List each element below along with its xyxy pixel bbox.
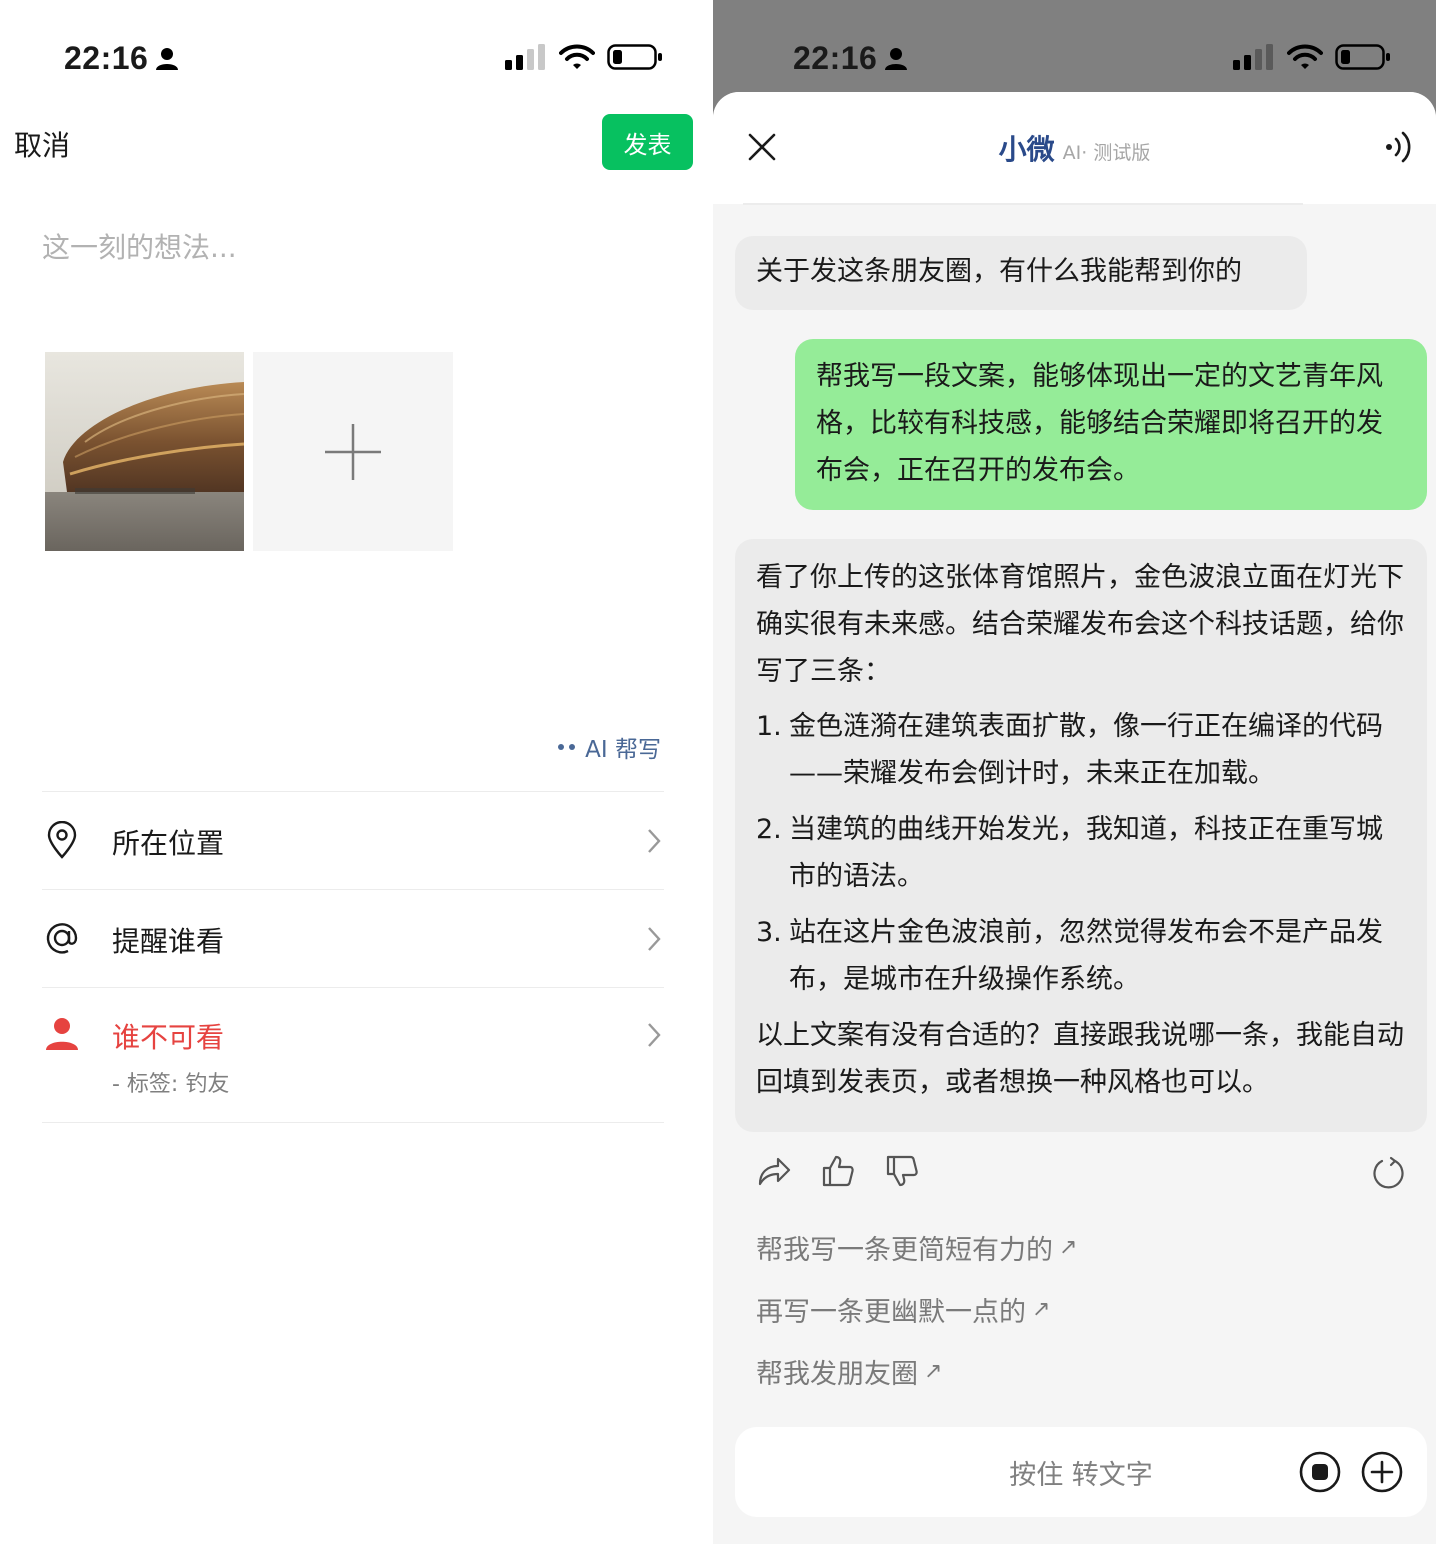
reply-options-list: 1. 金色涟漪在建筑表面扩散，像一行正在编译的代码——荣耀发布会倒计时，未来正在加…: [756, 703, 1406, 1003]
status-time: 22:16: [793, 40, 908, 77]
visibility-label: 谁不可看: [112, 1021, 225, 1054]
ai-write-label: AI 帮写: [585, 737, 661, 763]
stop-icon[interactable]: [1299, 1451, 1341, 1493]
reply-intro: 看了你上传的这张体育馆照片，金色波浪立面在灯光下确实很有未来感。结合荣耀发布会这…: [756, 562, 1404, 687]
header-divider: [743, 203, 1303, 205]
cancel-button[interactable]: 取消: [14, 124, 70, 164]
at-icon: [42, 918, 82, 958]
divider: [42, 1122, 664, 1123]
list-item: 2. 当建筑的曲线开始发光，我知道，科技正在重写城市的语法。: [756, 814, 1383, 892]
battery-icon: [607, 44, 662, 70]
location-label: 所在位置: [112, 827, 225, 860]
thumbs-up-icon[interactable]: [821, 1154, 855, 1188]
suggestion-chip[interactable]: 再写一条更幽默一点的 ↗: [756, 1290, 1050, 1329]
arrow-up-right-icon: ↗: [1059, 1235, 1078, 1260]
visibility-sublabel: - 标签: 钓友: [112, 1072, 230, 1097]
visibility-row[interactable]: 谁不可看 - 标签: 钓友: [42, 988, 664, 1122]
share-icon[interactable]: [757, 1154, 791, 1188]
add-photo-button[interactable]: [253, 352, 453, 551]
status-icons: [505, 44, 663, 70]
suggestion-chip[interactable]: 帮我写一条更简短有力的 ↗: [756, 1228, 1077, 1267]
wifi-icon: [1287, 44, 1323, 69]
regenerate-icon[interactable]: [1371, 1156, 1405, 1190]
speaker-icon[interactable]: [1384, 130, 1414, 164]
wifi-icon: [559, 44, 595, 69]
person-status-icon: [156, 47, 179, 70]
status-icons: [1233, 44, 1391, 70]
location-row[interactable]: 所在位置: [42, 792, 664, 889]
assistant-subtitle: AI· 测试版: [1062, 142, 1151, 164]
user-message-bubble: 帮我写一段文案，能够体现出一定的文艺青年风格，比较有科技感，能够结合荣耀即将召开…: [795, 339, 1427, 510]
ai-assistant-screen: 22:16 小微 AI· 测试版 关于发这条朋友圈，有什么我能帮到你的 帮我写一…: [713, 0, 1436, 1544]
location-pin-icon: [42, 820, 82, 860]
plus-circle-icon[interactable]: [1361, 1451, 1403, 1493]
attached-photo-thumbnail[interactable]: [45, 352, 244, 551]
ai-assistant-sheet: 小微 AI· 测试版 关于发这条朋友圈，有什么我能帮到你的 帮我写一段文案，能够…: [713, 92, 1436, 1544]
ai-write-button[interactable]: AI 帮写: [558, 730, 661, 764]
compose-moment-screen: 22:16 取消 发表 这一刻的想法... AI 帮写 所在位置 提醒谁看 谁不…: [0, 0, 713, 1544]
greeting-text: 关于发这条朋友圈，有什么我能帮到你的: [756, 256, 1242, 287]
signal-icon: [1233, 44, 1273, 70]
arrow-up-right-icon: ↗: [924, 1359, 943, 1384]
publish-button[interactable]: 发表: [602, 114, 693, 170]
arrow-up-right-icon: ↗: [1032, 1297, 1051, 1322]
signal-icon: [505, 44, 545, 70]
mention-label: 提醒谁看: [112, 925, 225, 958]
sheet-header: 小微 AI· 测试版: [713, 92, 1436, 205]
thumbs-down-icon[interactable]: [885, 1154, 919, 1188]
stadium-photo: [45, 352, 244, 551]
thought-input[interactable]: [42, 222, 662, 272]
ai-greeting-bubble: 关于发这条朋友圈，有什么我能帮到你的: [735, 236, 1307, 310]
person-status-icon: [885, 47, 908, 70]
chevron-right-icon: [648, 927, 661, 951]
mention-row[interactable]: 提醒谁看: [42, 890, 664, 987]
reply-outro: 以上文案有没有合适的？直接跟我说哪一条，我能自动回填到发表页，或者想换一种风格也…: [756, 1020, 1404, 1098]
person-icon: [42, 1014, 82, 1054]
ai-dots-icon: [558, 744, 576, 750]
sheet-title: 小微 AI· 测试版: [713, 128, 1436, 168]
plus-icon: [325, 423, 381, 480]
ai-reply-bubble: 看了你上传的这张体育馆照片，金色波浪立面在灯光下确实很有未来感。结合荣耀发布会这…: [735, 539, 1427, 1132]
chevron-right-icon: [648, 1023, 661, 1047]
voice-input-bar[interactable]: 按住 转文字: [735, 1427, 1427, 1517]
list-item: 3. 站在这片金色波浪前，忽然觉得发布会不是产品发布，是城市在升级操作系统。: [756, 917, 1383, 995]
list-item: 1. 金色涟漪在建筑表面扩散，像一行正在编译的代码——荣耀发布会倒计时，未来正在加…: [756, 711, 1383, 789]
assistant-name: 小微: [998, 133, 1055, 166]
chevron-right-icon: [648, 829, 661, 853]
battery-icon: [1335, 44, 1390, 70]
user-message-text: 帮我写一段文案，能够体现出一定的文艺青年风格，比较有科技感，能够结合荣耀即将召开…: [816, 361, 1383, 486]
suggestion-chip[interactable]: 帮我发朋友圈 ↗: [756, 1352, 942, 1391]
status-time: 22:16: [64, 40, 179, 77]
